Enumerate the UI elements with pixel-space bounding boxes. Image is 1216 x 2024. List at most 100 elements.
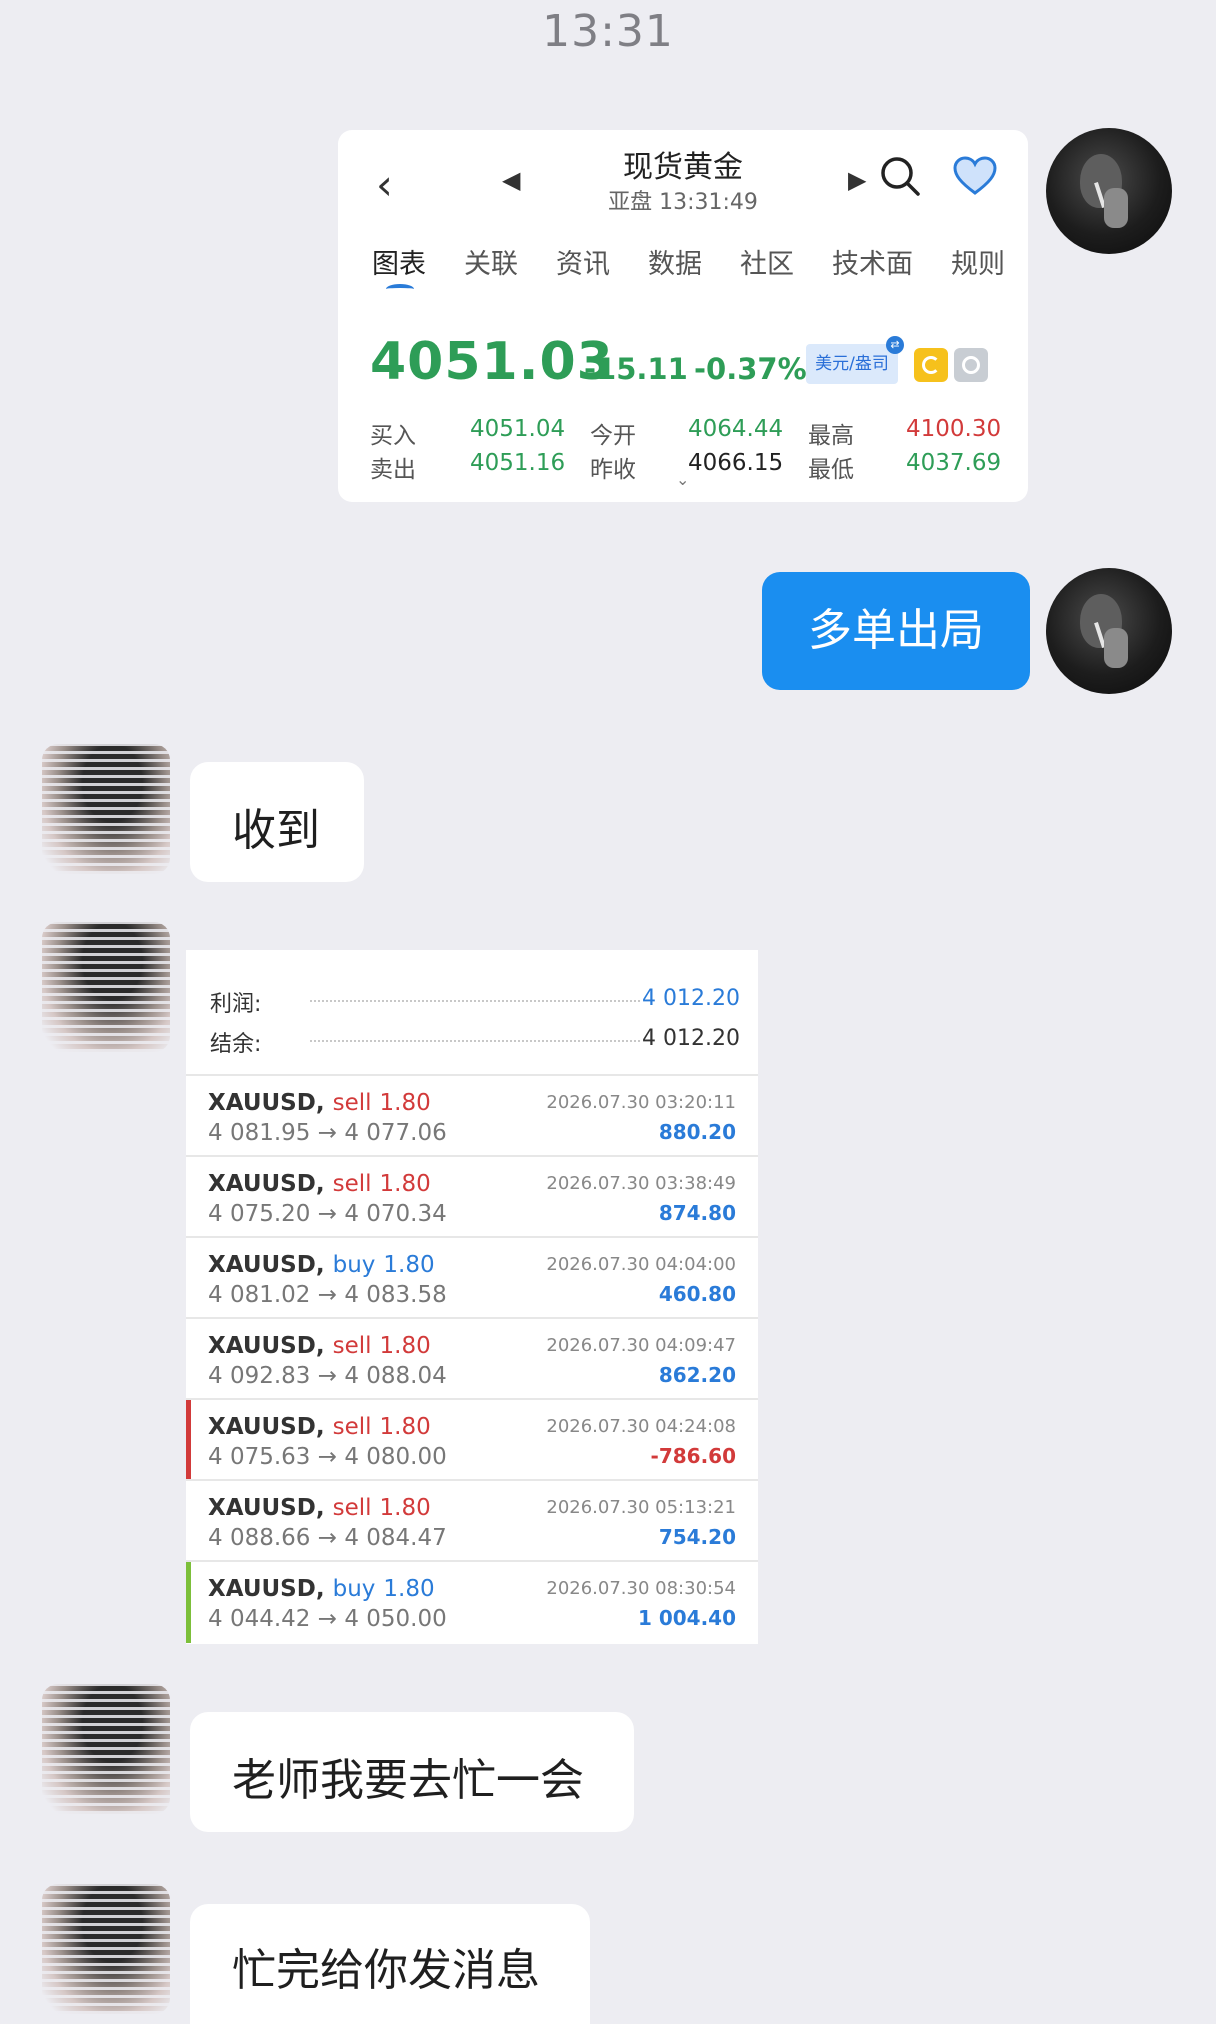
incoming-message-text: 收到 <box>232 805 320 856</box>
trade-row[interactable]: XAUUSD, sell 1.80 4 075.63 → 4 080.00 2026… <box>186 1398 758 1481</box>
trade-profit: 874.80 <box>658 1201 736 1225</box>
balance-row: 结余: 4 012.20 <box>210 1026 740 1058</box>
trade-row[interactable]: XAUUSD, buy 1.80 4 081.02 → 4 083.58 2026.… <box>186 1236 758 1317</box>
price-change-percent: -0.37% <box>694 352 807 386</box>
tab-rules[interactable]: 规则 <box>951 242 1005 281</box>
trade-symbol: XAUUSD, buy 1.80 <box>208 1576 435 1602</box>
active-tab-indicator <box>386 284 414 294</box>
trade-lots: 1.80 <box>379 1090 431 1116</box>
contact-avatar[interactable] <box>42 922 170 1052</box>
next-instrument-icon[interactable]: ▶ <box>848 166 866 194</box>
settings-icon[interactable] <box>954 348 988 382</box>
expand-chevron-icon[interactable]: ⌄ <box>676 470 689 489</box>
trade-symbol: XAUUSD, sell 1.80 <box>208 1333 431 1359</box>
profit-label: 利润: <box>210 992 262 1017</box>
avatar-hand <box>1104 188 1128 228</box>
trade-flag-marker <box>186 1400 191 1481</box>
trade-history-image[interactable]: 利润: 4 012.20 结余: 4 012.20 XAUUSD, sell 1… <box>186 950 758 1644</box>
trade-lots: 1.80 <box>383 1252 435 1278</box>
tab-chart-label: 图表 <box>372 249 426 280</box>
prev-close-label: 昨收 <box>590 457 636 483</box>
contact-avatar[interactable] <box>42 1684 170 1814</box>
trade-prices: 4 092.83 → 4 088.04 <box>208 1363 447 1389</box>
status-time: 13:31 <box>542 6 674 57</box>
balance-value: 4 012.20 <box>642 1026 740 1051</box>
trade-prices: 4 088.66 → 4 084.47 <box>208 1525 447 1551</box>
trade-timestamp: 2026.07.30 04:24:08 <box>546 1416 736 1437</box>
tab-technical-label: 技术面 <box>832 249 913 280</box>
quote-card-image[interactable]: ‹ ◀ 现货黄金 亚盘 13:31:49 ▶ 图表 关联 资讯 数据 社区 技术… <box>338 130 1028 502</box>
trade-symbol: XAUUSD, sell 1.80 <box>208 1414 431 1440</box>
incoming-message-text: 老师我要去忙一会 <box>232 1755 584 1806</box>
tab-related[interactable]: 关联 <box>464 242 518 281</box>
favorite-heart-icon[interactable] <box>952 156 998 196</box>
trade-row[interactable]: XAUUSD, sell 1.80 4 081.95 → 4 077.06 2026… <box>186 1074 758 1155</box>
incoming-message-bubble[interactable]: 老师我要去忙一会 <box>190 1712 634 1832</box>
trade-symbol-name: XAUUSD, <box>208 1333 325 1359</box>
incoming-message-bubble[interactable]: 忙完给你发消息 <box>190 1904 590 2024</box>
own-avatar[interactable] <box>1046 128 1172 254</box>
trade-side: sell <box>332 1171 372 1197</box>
contact-avatar[interactable] <box>42 744 170 874</box>
tab-technical[interactable]: 技术面 <box>832 242 913 281</box>
trade-profit: 754.20 <box>658 1525 736 1549</box>
tab-rules-label: 规则 <box>951 249 1005 280</box>
quote-tabs: 图表 关联 资讯 数据 社区 技术面 规则 <box>372 242 1028 288</box>
outgoing-message-bubble[interactable]: 多单出局 <box>762 572 1030 690</box>
trade-symbol-name: XAUUSD, <box>208 1414 325 1440</box>
trade-prices: 4 044.42 → 4 050.00 <box>208 1606 447 1632</box>
trade-symbol-name: XAUUSD, <box>208 1252 325 1278</box>
search-icon[interactable] <box>878 154 922 198</box>
trade-lots: 1.80 <box>379 1333 431 1359</box>
profit-row: 利润: 4 012.20 <box>210 986 740 1018</box>
incoming-message-bubble[interactable]: 收到 <box>190 762 364 882</box>
trade-row[interactable]: XAUUSD, buy 1.80 4 044.42 → 4 050.00 2026.… <box>186 1560 758 1643</box>
instrument-title: 现货黄金 <box>623 150 743 185</box>
trade-prices: 4 075.20 → 4 070.34 <box>208 1201 447 1227</box>
trade-prices: 4 081.02 → 4 083.58 <box>208 1282 447 1308</box>
tab-news-label: 资讯 <box>556 249 610 280</box>
trade-side: buy <box>332 1252 376 1278</box>
avatar-hand <box>1104 628 1128 668</box>
trade-profit: 862.20 <box>658 1363 736 1387</box>
tab-data-label: 数据 <box>648 249 702 280</box>
tab-chart[interactable]: 图表 <box>372 242 426 288</box>
trade-side: sell <box>332 1495 372 1521</box>
trade-timestamp: 2026.07.30 04:04:00 <box>546 1254 736 1275</box>
trade-profit: 460.80 <box>658 1282 736 1306</box>
trade-symbol: XAUUSD, buy 1.80 <box>208 1252 435 1278</box>
sell-value: 4051.16 <box>470 450 566 476</box>
tab-data[interactable]: 数据 <box>648 242 702 281</box>
trade-profit: 880.20 <box>658 1120 736 1144</box>
tab-news[interactable]: 资讯 <box>556 242 610 281</box>
incoming-message-text: 忙完给你发消息 <box>232 1945 540 1996</box>
prev-close-value: 4066.15 <box>688 450 784 476</box>
currency-unit-badge[interactable]: 美元/盎司 <box>806 344 898 384</box>
trade-row[interactable]: XAUUSD, sell 1.80 4 092.83 → 4 088.04 2026… <box>186 1317 758 1398</box>
balance-label: 结余: <box>210 1032 262 1057</box>
trade-profit: 1 004.40 <box>637 1606 736 1630</box>
trade-symbol-name: XAUUSD, <box>208 1090 325 1116</box>
trade-timestamp: 2026.07.30 03:20:11 <box>546 1092 736 1113</box>
refresh-icon[interactable] <box>914 348 948 382</box>
contact-avatar[interactable] <box>42 1884 170 2014</box>
trade-timestamp: 2026.07.30 04:09:47 <box>546 1335 736 1356</box>
buy-label: 买入 <box>370 423 416 449</box>
trade-symbol-name: XAUUSD, <box>208 1495 325 1521</box>
own-avatar[interactable] <box>1046 568 1172 694</box>
trade-timestamp: 2026.07.30 03:38:49 <box>546 1173 736 1194</box>
trade-prices: 4 081.95 → 4 077.06 <box>208 1120 447 1146</box>
last-price: 4051.03 <box>370 332 614 392</box>
open-value: 4064.44 <box>688 416 784 442</box>
trade-side: buy <box>332 1576 376 1602</box>
trade-lots: 1.80 <box>383 1576 435 1602</box>
trade-prices: 4 075.63 → 4 080.00 <box>208 1444 447 1470</box>
low-label: 最低 <box>808 457 854 483</box>
trade-side: sell <box>332 1333 372 1359</box>
sell-label: 卖出 <box>370 457 416 483</box>
trade-row[interactable]: XAUUSD, sell 1.80 4 075.20 → 4 070.34 2026… <box>186 1155 758 1236</box>
tab-community[interactable]: 社区 <box>740 242 794 281</box>
session-time: 亚盘 13:31:49 <box>608 190 758 215</box>
trade-row[interactable]: XAUUSD, sell 1.80 4 088.66 → 4 084.47 2026… <box>186 1479 758 1560</box>
open-label: 今开 <box>590 423 636 449</box>
